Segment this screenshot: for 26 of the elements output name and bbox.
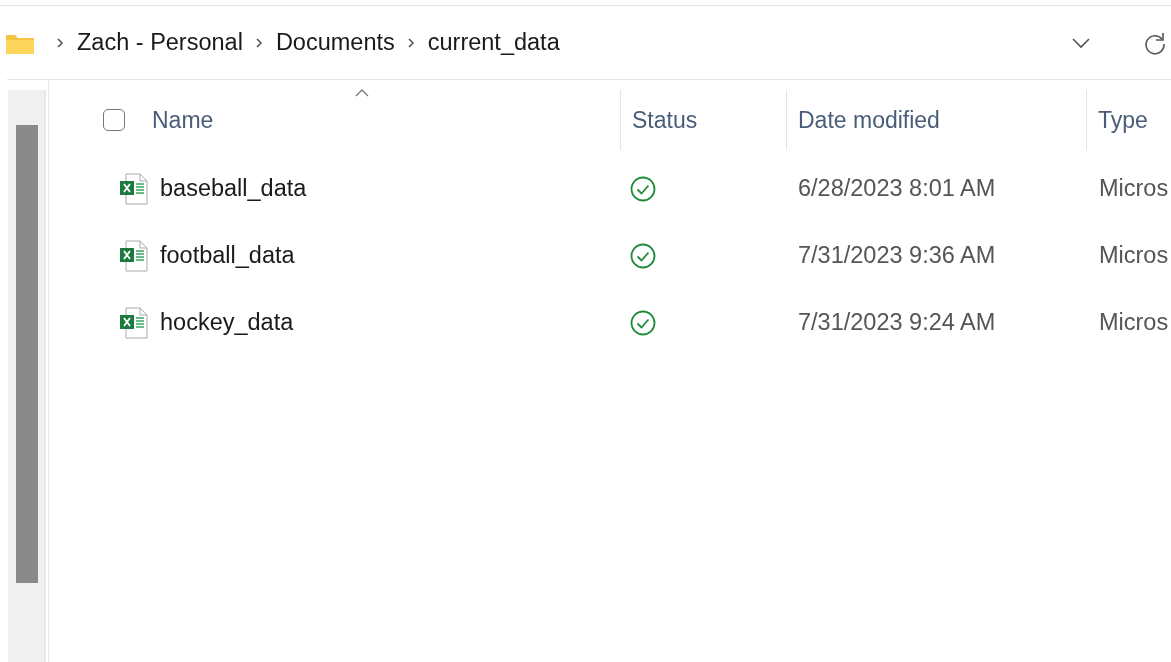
scrollbar-thumb[interactable] [16,125,38,583]
chevron-down-icon[interactable] [1071,36,1091,49]
column-header[interactable]: Name [152,106,214,134]
chevron-right-icon [406,36,415,49]
file-type: Micros [1099,309,1169,335]
chevron-right-icon [56,36,64,49]
breadcrumb-item[interactable]: current_data [427,29,560,56]
breadcrumb-item[interactable]: Documents [275,29,395,56]
breadcrumb-item[interactable]: Zach - Personal [77,29,243,56]
date-modified: 7/31/2023 9:24 AM [798,309,996,335]
refresh-icon[interactable] [1143,30,1167,55]
select-all-checkbox[interactable] [103,109,125,131]
spreadsheet-file-icon [120,306,148,339]
file-name[interactable]: football_data [160,242,295,269]
file-type: Micros [1099,175,1169,201]
date-modified: 7/31/2023 9:36 AM [798,242,996,268]
spreadsheet-file-icon [120,239,148,272]
column-header[interactable]: Type [1098,106,1148,134]
file-type: Micros [1099,242,1169,268]
file-name[interactable]: baseball_data [160,175,307,202]
date-modified: 6/28/2023 8:01 AM [798,175,996,201]
column-header[interactable]: Status [632,106,698,134]
spreadsheet-file-icon [120,172,148,205]
chevron-right-icon [254,36,263,49]
file-name[interactable]: hockey_data [160,309,294,336]
column-header[interactable]: Date modified [798,106,940,134]
